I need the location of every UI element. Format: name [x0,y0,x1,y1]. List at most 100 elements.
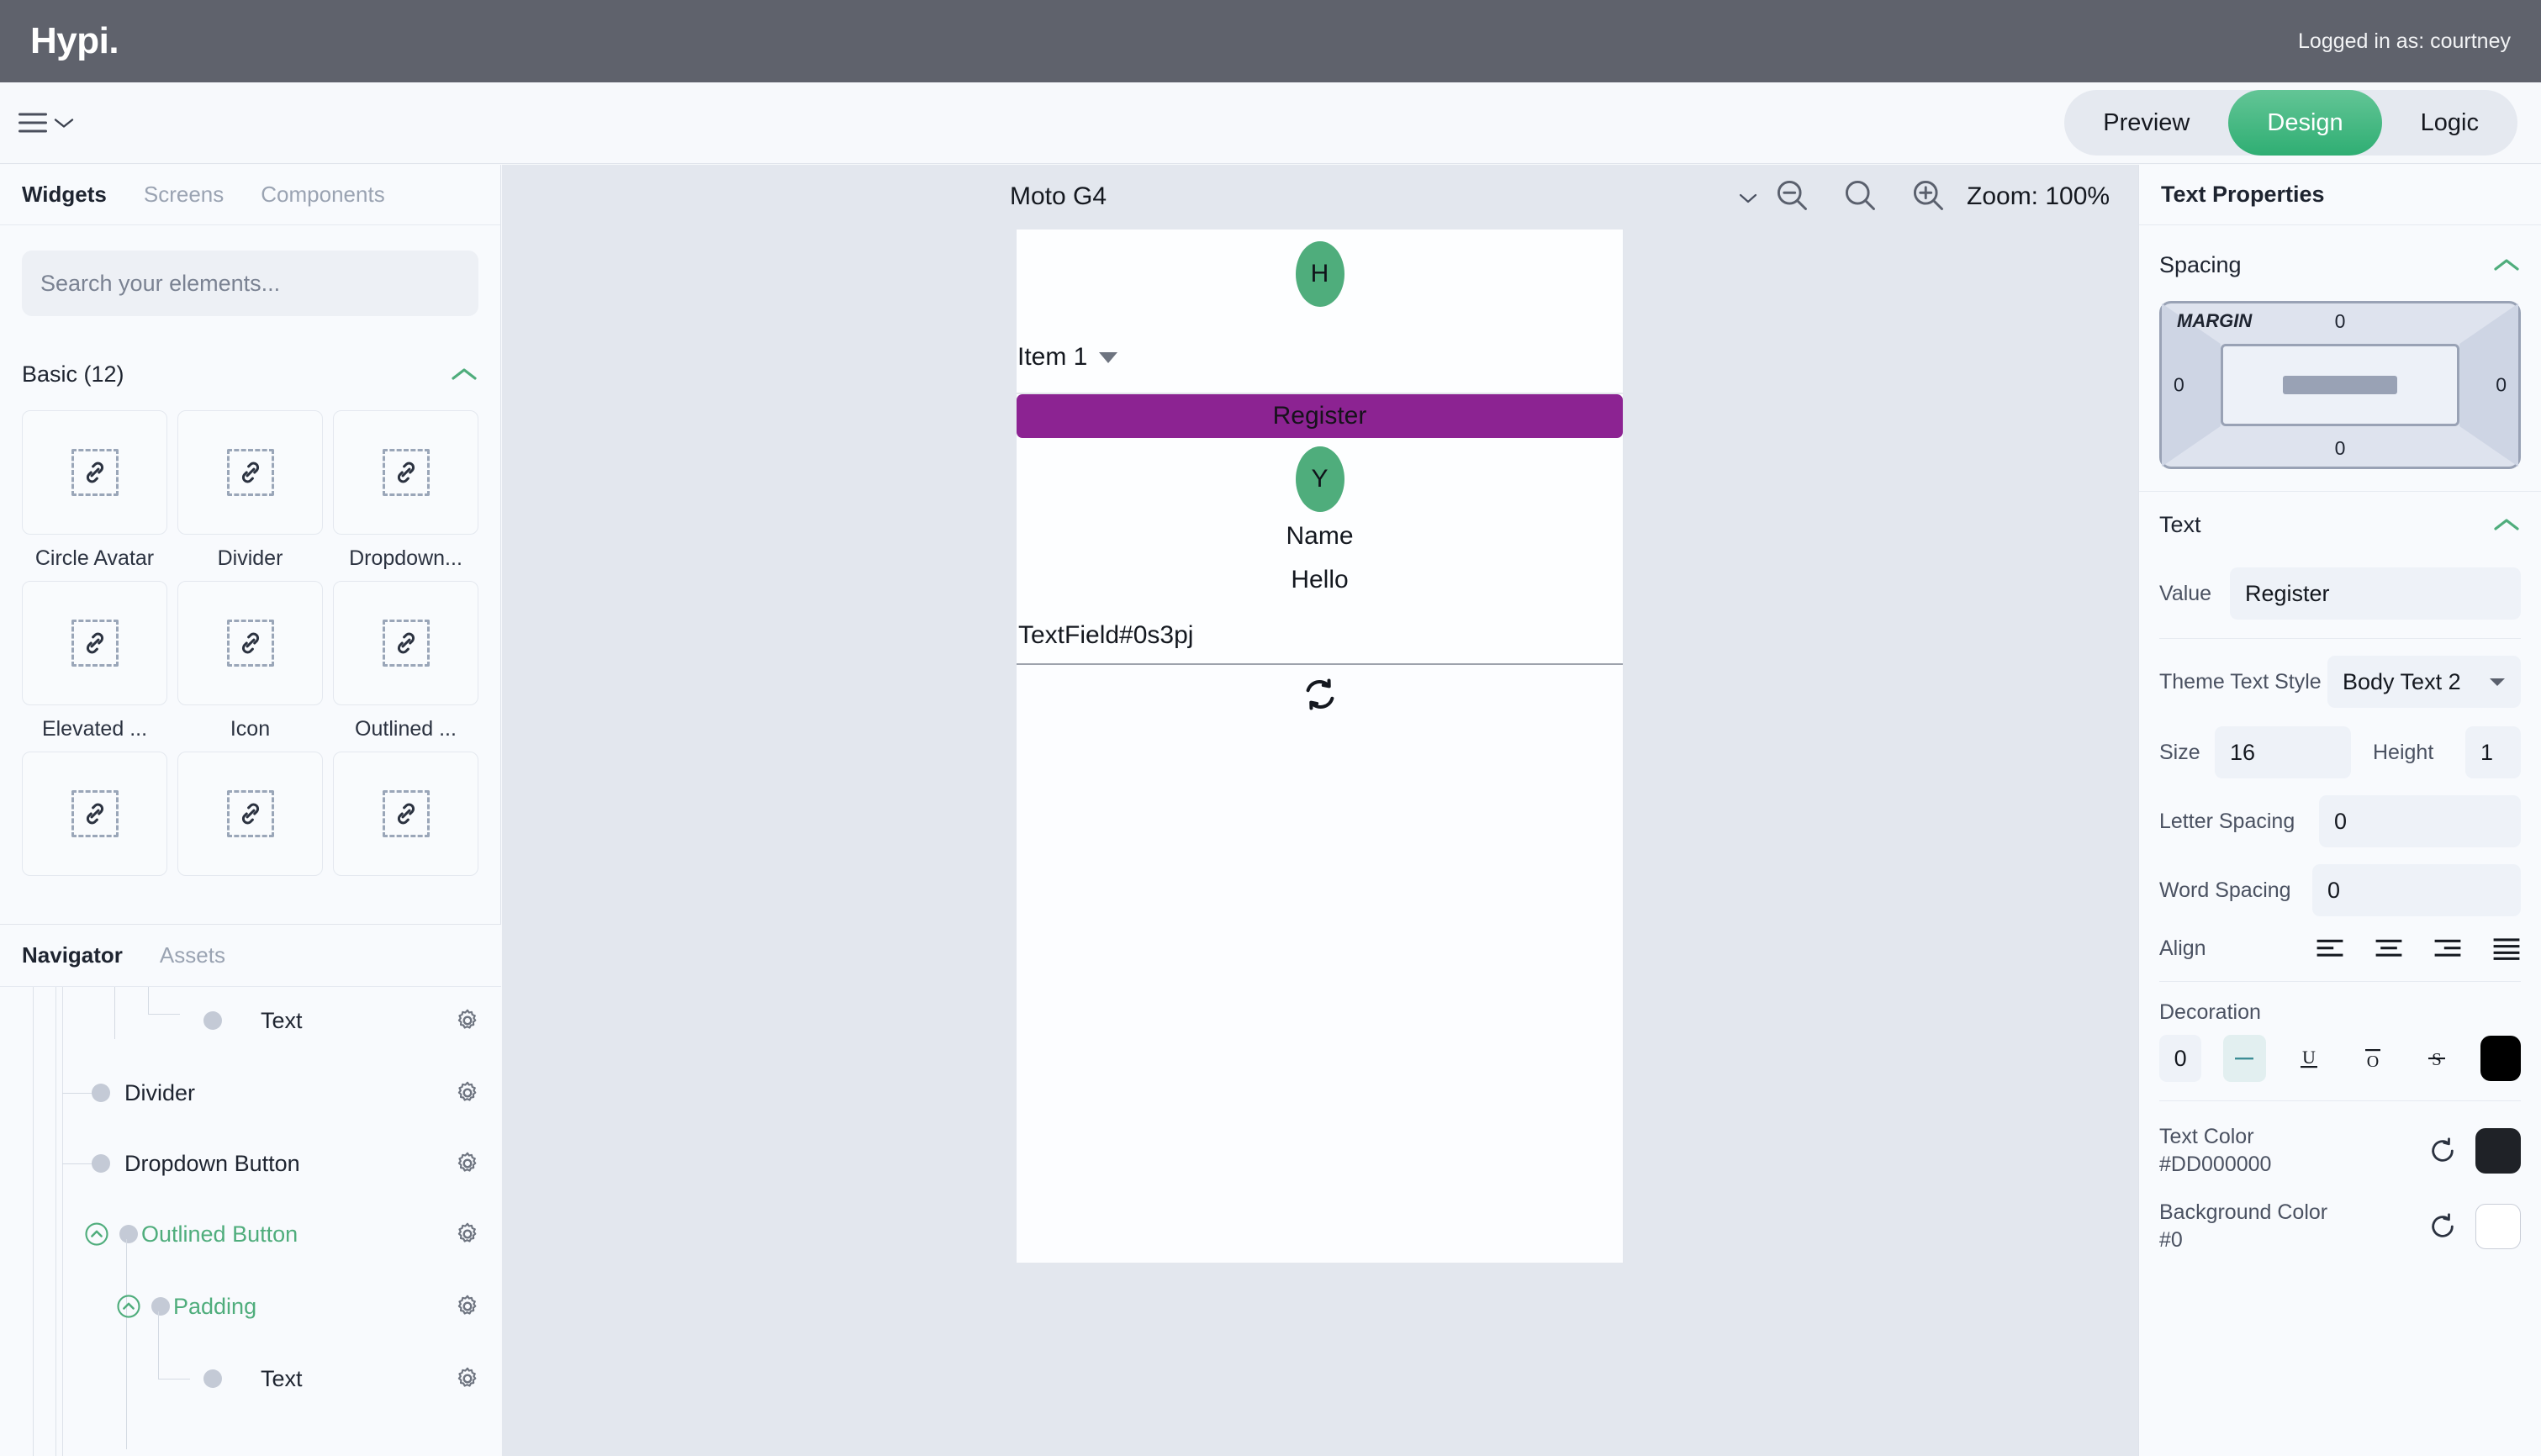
divider [2159,1100,2521,1101]
decoration-none-button[interactable] [2223,1035,2266,1082]
theme-text-style-select[interactable]: Body Text 2 [2327,656,2521,708]
navigator-tabs: Navigator Assets [0,925,501,987]
margin-right-value[interactable]: 0 [2496,374,2507,397]
search-icon[interactable] [1841,177,1878,214]
tab-components[interactable]: Components [261,182,384,208]
tree-node-padding[interactable]: Padding [0,1273,501,1340]
decoration-color-swatch[interactable] [2480,1036,2521,1081]
margin-spacing-control[interactable]: MARGIN 0 0 0 0 [2159,301,2521,469]
zoom-in-icon[interactable] [1910,177,1947,214]
preview-dropdown-button[interactable]: Item 1 [1017,322,1623,394]
align-right-icon[interactable] [2433,937,2462,961]
section-header-text[interactable]: Text [2139,497,2541,552]
tab-assets[interactable]: Assets [160,942,225,968]
broken-image-link-icon [226,620,274,667]
section-title-spacing: Spacing [2159,251,2242,277]
tab-widgets[interactable]: Widgets [22,182,107,208]
mode-button-logic[interactable]: Logic [2382,90,2517,156]
background-color-swatch[interactable] [2475,1204,2521,1249]
widget-card-circle-avatar[interactable] [22,410,167,535]
tree-node-divider[interactable]: Divider [0,1059,501,1126]
widget-category-basic-header[interactable]: Basic (12) [22,351,478,397]
tree-node-text[interactable]: Text [0,987,501,1054]
device-preview-frame: H Item 1 Register Y Name Hello TextField… [1016,229,1624,1263]
mode-button-design[interactable]: Design [2228,90,2382,156]
decoration-underline-button[interactable]: U [2288,1035,2330,1082]
circle-avatar-top[interactable]: H [1295,241,1344,307]
margin-bottom-value[interactable]: 0 [2335,437,2346,460]
tab-navigator[interactable]: Navigator [22,942,123,968]
reset-icon[interactable] [2428,1137,2457,1165]
decoration-strikethrough-button[interactable]: S [2416,1035,2458,1082]
tree-node-label: Divider [124,1079,196,1105]
circle-avatar-mid[interactable]: Y [1295,446,1344,512]
gear-icon[interactable] [454,1293,481,1320]
widget-card-outlined-button[interactable] [333,581,478,705]
reset-icon[interactable] [2428,1212,2457,1241]
none-icon [2235,1058,2254,1060]
section-header-spacing[interactable]: Spacing [2139,237,2541,293]
margin-left-value[interactable]: 0 [2174,374,2184,397]
line-through-icon: S [2428,1049,2446,1069]
widget-card-divider[interactable] [177,410,323,535]
collapse-chevron-icon[interactable] [84,1221,109,1247]
widget-card-icon[interactable] [177,581,323,705]
text-color-swatch[interactable] [2475,1128,2521,1174]
preview-register-button[interactable]: Register [1017,394,1623,438]
register-button-label: Register [1272,402,1367,430]
align-center-icon[interactable] [2375,937,2403,961]
letter-spacing-input[interactable]: 0 [2319,795,2521,847]
tree-node-label: Padding [173,1293,257,1319]
height-label: Height [2373,740,2434,764]
margin-top-value[interactable]: 0 [2335,310,2346,333]
decoration-thickness-input[interactable]: 0 [2159,1035,2202,1082]
gear-icon[interactable] [454,1150,481,1177]
mode-button-preview[interactable]: Preview [2064,90,2228,156]
sync-icon[interactable] [1301,675,1339,714]
gear-icon[interactable] [454,1221,481,1248]
decoration-overline-button[interactable]: O [2352,1035,2394,1082]
tree-node-outlined-button[interactable]: Outlined Button [0,1200,501,1268]
zoom-out-icon[interactable] [1773,177,1810,214]
broken-image-link-icon [226,790,274,837]
theme-text-style-value: Body Text 2 [2343,668,2461,694]
broken-image-link-icon [226,449,274,496]
tab-screens[interactable]: Screens [144,182,224,208]
widget-label: Icon [230,717,271,741]
tree-node-text[interactable]: Text [0,1345,501,1412]
widget-card-elevated-button[interactable] [22,581,167,705]
value-input[interactable]: Register [2230,567,2521,620]
search-elements-input[interactable]: Search your elements... [22,251,478,316]
gear-icon[interactable] [454,1365,481,1392]
preview-textfield-label[interactable]: TextField#0s3pj [1018,621,1193,650]
device-selector[interactable]: Moto G4 [1010,182,1107,211]
app-logo: Hypi. [30,20,119,61]
broken-image-link-icon [382,790,430,837]
divider [2159,981,2521,982]
letter-spacing-label: Letter Spacing [2159,809,2295,833]
size-input[interactable]: 16 [2215,726,2351,778]
property-row-align: Align [2139,936,2541,961]
hamburger-menu-button[interactable] [18,113,75,133]
tree-node-dropdown-button[interactable]: Dropdown Button [0,1130,501,1197]
widget-card-dropdown[interactable] [333,410,478,535]
decoration-button-group: 0 U O S [2139,1035,2541,1082]
node-dot [203,1369,222,1388]
widget-card-8[interactable] [177,752,323,876]
align-left-icon[interactable] [2316,937,2344,961]
word-spacing-input[interactable]: 0 [2312,864,2521,916]
widget-grid: Circle Avatar Divider Dropdown... Elevat… [22,410,478,888]
align-justify-icon[interactable] [2492,937,2521,961]
height-input[interactable]: 1 [2465,726,2521,778]
decoration-label: Decoration [2159,1000,2261,1024]
widget-item [333,752,478,888]
chevron-up-icon [2494,519,2519,530]
node-dot [92,1084,110,1102]
widget-card-7[interactable] [22,752,167,876]
collapse-chevron-icon[interactable] [116,1294,141,1319]
gear-icon[interactable] [454,1079,481,1106]
chevron-down-icon[interactable] [1738,192,1758,205]
word-spacing-label: Word Spacing [2159,878,2291,902]
widget-card-9[interactable] [333,752,478,876]
gear-icon[interactable] [454,1007,481,1034]
